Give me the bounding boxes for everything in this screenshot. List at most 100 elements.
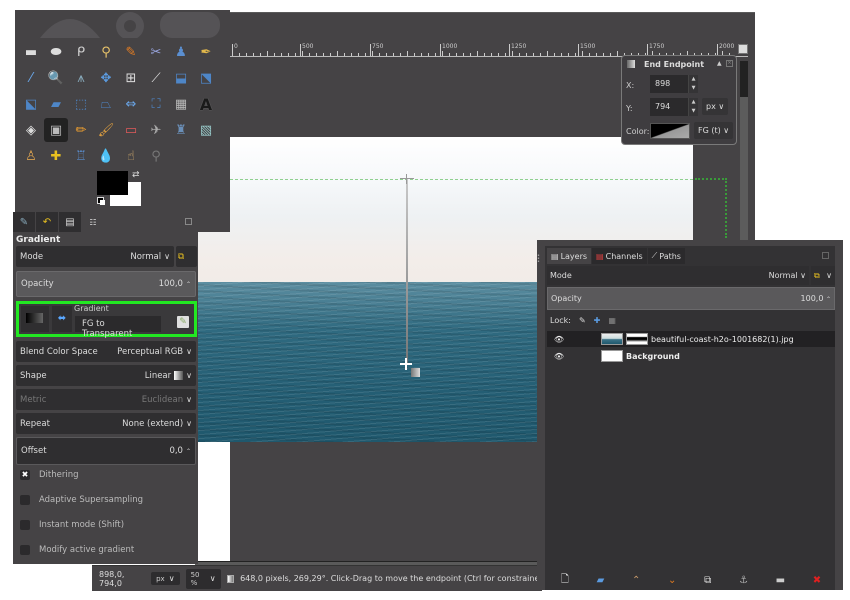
mode-select[interactable]: Mode Normal ∨	[16, 246, 174, 267]
ink-tool[interactable]: ♜	[169, 118, 193, 142]
tab-tool-options[interactable]: ✎	[13, 212, 35, 232]
handle-transform-tool[interactable]: ⬚	[69, 92, 93, 116]
x-spinner[interactable]: ▲ ▼	[688, 75, 698, 93]
pencil-tool[interactable]: ✏	[69, 118, 93, 142]
mode-reset-button[interactable]: ⧉	[176, 246, 197, 267]
opacity-spinner[interactable]: Opacity 100,0 ⌃	[16, 271, 196, 297]
shear-tool[interactable]: ▰	[44, 92, 68, 116]
clone-tool[interactable]: ♙	[19, 144, 43, 168]
smudge-tool[interactable]: ☝	[119, 144, 143, 168]
healing-tool[interactable]: ✚	[44, 144, 68, 168]
layer-opacity-spinner[interactable]: Opacity 100,0 ⌃	[547, 287, 835, 310]
duplicate-layer-icon[interactable]: ⧉	[704, 575, 711, 586]
rect-select-tool[interactable]: ▬	[19, 40, 43, 64]
default-colors-icon[interactable]	[97, 197, 106, 206]
foreground-color-swatch[interactable]	[97, 171, 128, 195]
gradient-tool[interactable]: ▣	[44, 118, 68, 142]
metric-select[interactable]: Metric Euclidean ∨	[16, 389, 196, 410]
unified-transform-tool[interactable]: ⬓	[169, 66, 193, 90]
visibility-eye-icon[interactable]: 👁	[549, 335, 569, 344]
zoom-tool[interactable]: 🔍	[44, 66, 68, 90]
tab-device-status[interactable]: ☷	[82, 212, 104, 232]
color-picker-tool[interactable]: ⁄	[19, 66, 43, 90]
instant-mode-checkbox[interactable]: Instant mode (Shift)	[20, 520, 124, 530]
shape-select[interactable]: Shape Linear ∨	[16, 365, 196, 386]
measure-tool[interactable]: ⩚	[69, 66, 93, 90]
tab-paths[interactable]: ⟋ Paths	[647, 248, 685, 264]
dodge-burn-tool[interactable]: ⚲	[144, 144, 168, 168]
airbrush-tool[interactable]: ✈	[144, 118, 168, 142]
scissors-select-tool[interactable]: ✂	[144, 40, 168, 64]
anchor-layer-icon[interactable]: ⚓	[739, 575, 748, 586]
text-tool[interactable]: A	[194, 92, 218, 116]
gradient-line[interactable]	[406, 179, 408, 363]
layer-row[interactable]: 👁 beautiful-coast-h2o-1001682(1).jpg	[547, 331, 835, 347]
tab-layers[interactable]: ▤ Layers	[547, 248, 592, 264]
blur-sharpen-tool[interactable]: 💧	[94, 144, 118, 168]
gradient-start-handle[interactable]	[400, 174, 414, 184]
eraser-tool[interactable]: ▭	[119, 118, 143, 142]
color-mode-select[interactable]: FG (t) ∨	[694, 122, 734, 139]
checkbox-modify[interactable]	[20, 545, 30, 555]
close-icon[interactable]: ×	[726, 60, 733, 67]
layer-row[interactable]: 👁 Background	[547, 348, 835, 364]
modify-active-gradient-checkbox[interactable]: Modify active gradient	[20, 545, 134, 555]
lock-alpha-icon[interactable]: ▦	[608, 316, 616, 325]
layer-mode-select[interactable]: Mode Normal ∨	[547, 266, 809, 285]
offset-spinner[interactable]: Offset 0,0 ⌃	[16, 437, 196, 465]
perspective-clone-tool[interactable]: ♖	[69, 144, 93, 168]
reverse-gradient-icon[interactable]: ⬌	[52, 306, 72, 332]
tab-brushes[interactable]: ▤	[59, 212, 81, 232]
color-swatch[interactable]	[650, 123, 690, 139]
delete-layer-icon[interactable]: ✖	[813, 575, 821, 586]
crop-tool[interactable]: ⟋	[144, 66, 168, 90]
y-spinner[interactable]: ▲ ▼	[688, 98, 698, 116]
select-by-color-tool[interactable]: ✎	[119, 40, 143, 64]
paintbrush-tool[interactable]: 🖌	[94, 118, 118, 142]
dock-menu-icon[interactable]	[185, 218, 192, 225]
dock-menu-icon[interactable]	[822, 252, 829, 259]
merge-down-icon[interactable]: ▬	[776, 575, 785, 586]
layer-composite-button[interactable]: ⧉ ∨	[811, 266, 835, 285]
unit-select[interactable]: px ∨	[702, 98, 729, 115]
repeat-select[interactable]: Repeat None (extend) ∨	[16, 413, 196, 434]
scrollbar-thumb[interactable]	[740, 61, 748, 97]
move-tool[interactable]: ✥	[94, 66, 118, 90]
unit-select[interactable]: px ∨	[151, 572, 180, 585]
visibility-eye-icon[interactable]: 👁	[549, 352, 569, 361]
ellipse-select-tool[interactable]: ⬬	[44, 40, 68, 64]
scale-tool[interactable]: ⬕	[19, 92, 43, 116]
tab-channels[interactable]: ▤ Channels	[592, 248, 647, 264]
cage-transform-tool[interactable]: ⛶	[144, 92, 168, 116]
navigate-icon[interactable]	[738, 44, 748, 54]
edit-gradient-icon[interactable]: ✎	[177, 316, 189, 328]
foreground-select-tool[interactable]: ♟	[169, 40, 193, 64]
align-tool[interactable]: ⊞	[119, 66, 143, 90]
lock-position-icon[interactable]: ✚	[594, 316, 601, 325]
lock-pixels-icon[interactable]: ✎	[579, 316, 586, 325]
collapse-icon[interactable]: ▲	[717, 60, 722, 67]
warp-transform-tool[interactable]: ▦	[169, 92, 193, 116]
gradient-preview-button[interactable]	[21, 306, 49, 332]
mypaint-brush-tool[interactable]: ▧	[194, 118, 218, 142]
adaptive-supersampling-checkbox[interactable]: Adaptive Supersampling	[20, 495, 143, 505]
zoom-select[interactable]: 50 % ∨	[185, 568, 221, 589]
free-select-tool[interactable]: ᑭ	[69, 40, 93, 64]
blend-color-space-select[interactable]: Blend Color Space Perceptual RGB ∨	[16, 341, 196, 362]
flip-tool[interactable]: ⇔	[119, 92, 143, 116]
new-layer-group-icon[interactable]: ▰	[597, 575, 605, 586]
checkbox-dithering[interactable]: ✖	[20, 470, 30, 480]
new-layer-icon[interactable]: 🗋	[561, 572, 569, 589]
paths-tool[interactable]: ✒	[194, 40, 218, 64]
dock-drag-handle[interactable]: • • •	[537, 254, 540, 265]
bucket-fill-tool[interactable]: ◈	[19, 118, 43, 142]
tab-undo-history[interactable]: ↶	[36, 212, 58, 232]
swap-colors-icon[interactable]: ⇄	[132, 170, 140, 180]
lower-layer-icon[interactable]: ⌄	[668, 575, 676, 586]
perspective-tool[interactable]: ⏢	[94, 92, 118, 116]
fuzzy-select-tool[interactable]: ⚲	[94, 40, 118, 64]
raise-layer-icon[interactable]: ⌃	[632, 575, 640, 586]
dithering-checkbox[interactable]: ✖ Dithering	[20, 470, 79, 480]
rotate-tool[interactable]: ⬔	[194, 66, 218, 90]
checkbox-adaptive[interactable]	[20, 495, 30, 505]
